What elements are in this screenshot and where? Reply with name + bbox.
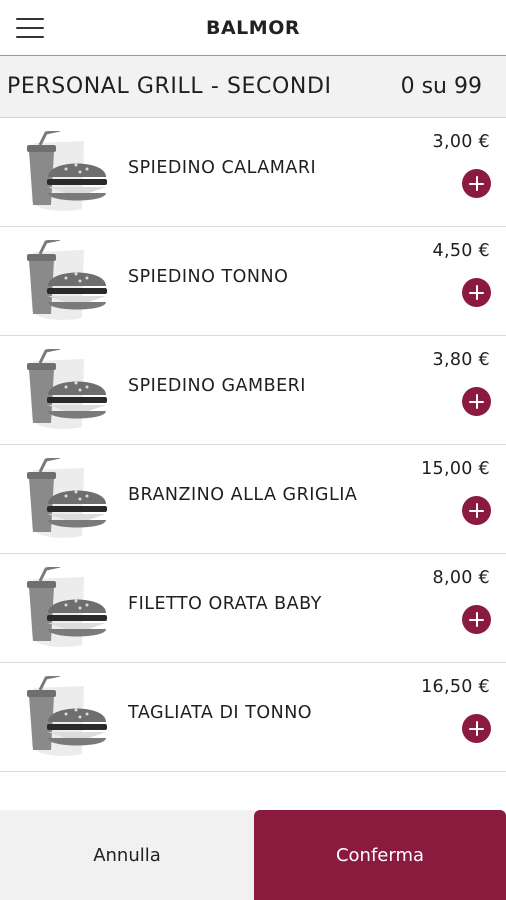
list-item: TAGLIATA DI TONNO 16,50 €: [0, 663, 506, 772]
list-item: SPIEDINO TONNO 4,50 €: [0, 227, 506, 336]
app-title: BALMOR: [206, 16, 300, 39]
add-item-button[interactable]: [462, 387, 491, 416]
action-footer: Annulla Conferma: [0, 810, 506, 900]
item-name: FILETTO ORATA BABY: [128, 594, 322, 614]
category-bar: PERSONAL GRILL - SECONDI 0 su 99: [0, 56, 506, 118]
item-name: SPIEDINO CALAMARI: [128, 158, 317, 178]
cancel-button[interactable]: Annulla: [0, 810, 254, 900]
list-item: SPIEDINO GAMBERI 3,80 €: [0, 336, 506, 445]
item-name: SPIEDINO TONNO: [128, 267, 289, 287]
item-price: 4,50 €: [432, 241, 490, 261]
item-name: BRANZINO ALLA GRIGLIA: [128, 485, 358, 505]
burger-and-drink-icon: [27, 676, 107, 756]
burger-and-drink-icon: [27, 567, 107, 647]
list-item: SPIEDINO CALAMARI 3,00 €: [0, 118, 506, 227]
item-name: SPIEDINO GAMBERI: [128, 376, 306, 396]
item-price: 8,00 €: [432, 568, 490, 588]
product-list: SPIEDINO CALAMARI 3,00 € SPIEDINO TONNO …: [0, 118, 506, 772]
item-name: TAGLIATA DI TONNO: [128, 703, 313, 723]
add-item-button[interactable]: [462, 496, 491, 525]
top-app-bar: BALMOR: [0, 0, 506, 56]
burger-and-drink-icon: [27, 349, 107, 429]
hamburger-menu-icon[interactable]: [14, 15, 46, 41]
add-item-button[interactable]: [462, 169, 491, 198]
list-item: FILETTO ORATA BABY 8,00 €: [0, 554, 506, 663]
item-price: 15,00 €: [421, 459, 490, 479]
add-item-button[interactable]: [462, 714, 491, 743]
item-price: 3,00 €: [432, 132, 490, 152]
selection-count: 0 su 99: [400, 74, 482, 99]
item-price: 3,80 €: [432, 350, 490, 370]
add-item-button[interactable]: [462, 605, 491, 634]
burger-and-drink-icon: [27, 131, 107, 211]
burger-and-drink-icon: [27, 458, 107, 538]
burger-and-drink-icon: [27, 240, 107, 320]
add-item-button[interactable]: [462, 278, 491, 307]
category-title: PERSONAL GRILL - SECONDI: [7, 74, 332, 99]
list-item: BRANZINO ALLA GRIGLIA 15,00 €: [0, 445, 506, 554]
item-price: 16,50 €: [421, 677, 490, 697]
confirm-button[interactable]: Conferma: [254, 810, 506, 900]
